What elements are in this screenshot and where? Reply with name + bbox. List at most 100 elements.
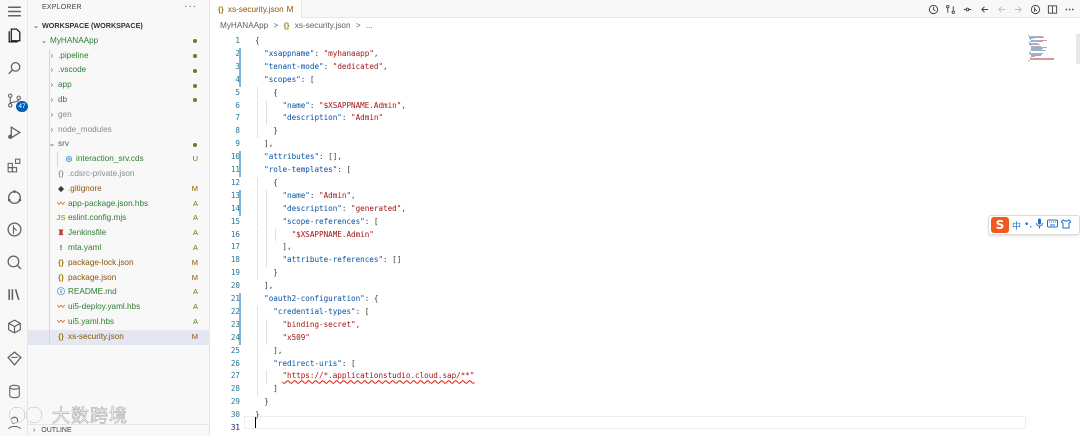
- line-number: 13: [230, 190, 240, 200]
- minimap-line: [1031, 40, 1039, 42]
- indent-guide: [266, 254, 268, 268]
- open-changes-icon[interactable]: [960, 2, 974, 16]
- history-icon[interactable]: [926, 2, 940, 16]
- json-gray-file-icon: {}: [58, 168, 64, 178]
- split-editor-icon[interactable]: [1045, 2, 1059, 16]
- indent-guide: [257, 215, 258, 229]
- code-line: "name": "Admin",: [282, 190, 356, 200]
- minimap[interactable]: [1026, 34, 1070, 64]
- indent-guide: [266, 215, 268, 229]
- tree-item[interactable]: ⌄ srv: [28, 137, 210, 153]
- shirt-skin-icon[interactable]: [1060, 218, 1073, 232]
- minimap-line: [1030, 59, 1031, 61]
- git-file-icon: ◆: [58, 183, 64, 193]
- line-number: 2: [235, 48, 240, 58]
- yaml-file-icon: !: [59, 242, 63, 252]
- tree-item[interactable]: ♜ Jenkinsfile A: [28, 226, 210, 241]
- search-icon[interactable]: [4, 58, 24, 78]
- ime-language-toggle[interactable]: 中: [1012, 219, 1021, 232]
- mic-icon[interactable]: [1035, 218, 1044, 232]
- tree-item[interactable]: ◆ .gitignore M: [28, 181, 210, 197]
- code-editor[interactable]: 1 {2 "xsappname": "myhanaapp", 3 "tenant-m…: [210, 35, 1026, 436]
- diamond-icon[interactable]: [4, 348, 24, 368]
- more-actions-icon[interactable]: [1062, 2, 1076, 16]
- indent-guide: [257, 189, 258, 203]
- line-number: 10: [230, 152, 240, 162]
- indent-guide: [266, 112, 268, 126]
- timeline-icon[interactable]: [1028, 2, 1042, 16]
- vertical-scrollbar[interactable]: [1076, 34, 1080, 64]
- database-icon[interactable]: [4, 381, 24, 401]
- library-icon[interactable]: [4, 284, 24, 304]
- tree-item-label: gen: [58, 109, 72, 119]
- git-icon[interactable]: [4, 219, 24, 239]
- go-back-icon[interactable]: [994, 2, 1008, 16]
- line-number: 31: [230, 423, 240, 432]
- tree-item[interactable]: {} package-lock.json M: [28, 255, 210, 271]
- tree-item[interactable]: › .vscode: [28, 63, 210, 79]
- tree-item[interactable]: › gen: [28, 107, 210, 123]
- tree-item[interactable]: ⌄ WORKSPACE (WORKSPACE): [28, 19, 210, 34]
- code-line: "oauth2-configuration": {: [264, 294, 379, 303]
- tree-item[interactable]: {} .cdsrc-private.json: [28, 166, 210, 182]
- tree-item[interactable]: 〰 app-package.json.hbs A: [28, 196, 210, 212]
- hbs-file-icon: 〰: [57, 302, 65, 312]
- code-line: ]: [255, 384, 278, 394]
- minimap-line: [1043, 50, 1046, 52]
- indent-guide: [257, 86, 258, 100]
- breadcrumb-symbol[interactable]: ...: [366, 21, 373, 30]
- menu-icon[interactable]: [4, 1, 24, 21]
- git-status-badge: A: [192, 242, 198, 252]
- breadcrumb-file[interactable]: xs-security.json: [295, 21, 351, 30]
- tree-item[interactable]: ! mta.yaml A: [28, 240, 210, 256]
- tree-item[interactable]: › .pipeline: [28, 48, 210, 64]
- json-file-icon: {}: [58, 331, 64, 341]
- indent-guide: [266, 228, 268, 242]
- run-debug-icon[interactable]: [4, 122, 24, 142]
- source-control-icon[interactable]: 47: [4, 90, 28, 112]
- git-status-badge: A: [192, 213, 198, 223]
- tree-item[interactable]: › node_modules: [28, 122, 210, 138]
- breadcrumb-folder[interactable]: MyHANAApp: [220, 21, 268, 30]
- sogou-logo-icon[interactable]: S: [991, 217, 1009, 233]
- tree-item[interactable]: 〰 ui5-deploy.yaml.hbs A: [28, 300, 210, 315]
- keyboard-icon[interactable]: [1047, 219, 1059, 231]
- git-status-dot: [193, 83, 197, 88]
- tree-item[interactable]: JS eslint.config.mjs A: [28, 211, 210, 227]
- tree-item-label: WORKSPACE (WORKSPACE): [42, 21, 143, 30]
- code-line: "credential-types": [: [273, 306, 370, 316]
- breadcrumb: MyHANAApp > {} xs-security.json > ...: [220, 21, 373, 30]
- cube-icon[interactable]: [4, 316, 24, 336]
- code-line: ],: [255, 242, 292, 252]
- remote-icon[interactable]: [4, 187, 24, 207]
- tree-item[interactable]: 〰 ui5.yaml.hbs A: [28, 314, 210, 330]
- extensions-icon[interactable]: [4, 155, 24, 175]
- tab-xs-security-json[interactable]: {} xs-security.json M: [210, 0, 302, 18]
- indent-guide: [266, 189, 268, 203]
- tree-item[interactable]: ⌄ MyHANAApp: [28, 34, 210, 49]
- indent-guide: [266, 241, 268, 255]
- previous-change-icon[interactable]: [977, 2, 991, 16]
- tree-item[interactable]: › db: [28, 92, 210, 108]
- indent-guide: [49, 270, 50, 286]
- watermark-logo-icon: [8, 406, 43, 424]
- ime-punctuation-toggle[interactable]: •,: [1024, 220, 1032, 230]
- explorer-more-button[interactable]: ···: [184, 1, 197, 12]
- tree-item[interactable]: › app: [28, 78, 210, 93]
- code-line: "name": "$XSAPPNAME.Admin",: [282, 100, 406, 110]
- tree-item[interactable]: ⓘ README.md A: [28, 285, 210, 301]
- tree-item[interactable]: {} package.json M: [28, 270, 210, 286]
- minimap-line: [1045, 46, 1047, 48]
- watermark: 大数跨境: [6, 402, 128, 428]
- chevron-right-icon: ›: [50, 109, 54, 119]
- compare-changes-icon[interactable]: [943, 2, 957, 16]
- chevron-down-icon: ⌄: [48, 139, 56, 149]
- indent-guide: [49, 314, 50, 330]
- tree-item-label: app-package.json.hbs: [68, 198, 149, 208]
- indent-guide: [49, 226, 50, 241]
- go-forward-icon[interactable]: [1011, 2, 1025, 16]
- explorer-icon[interactable]: [4, 25, 24, 45]
- tree-item[interactable]: ◎ interaction_srv.cds U: [28, 152, 210, 167]
- testing-icon[interactable]: [4, 252, 24, 272]
- tree-item[interactable]: {} xs-security.json M: [28, 329, 210, 345]
